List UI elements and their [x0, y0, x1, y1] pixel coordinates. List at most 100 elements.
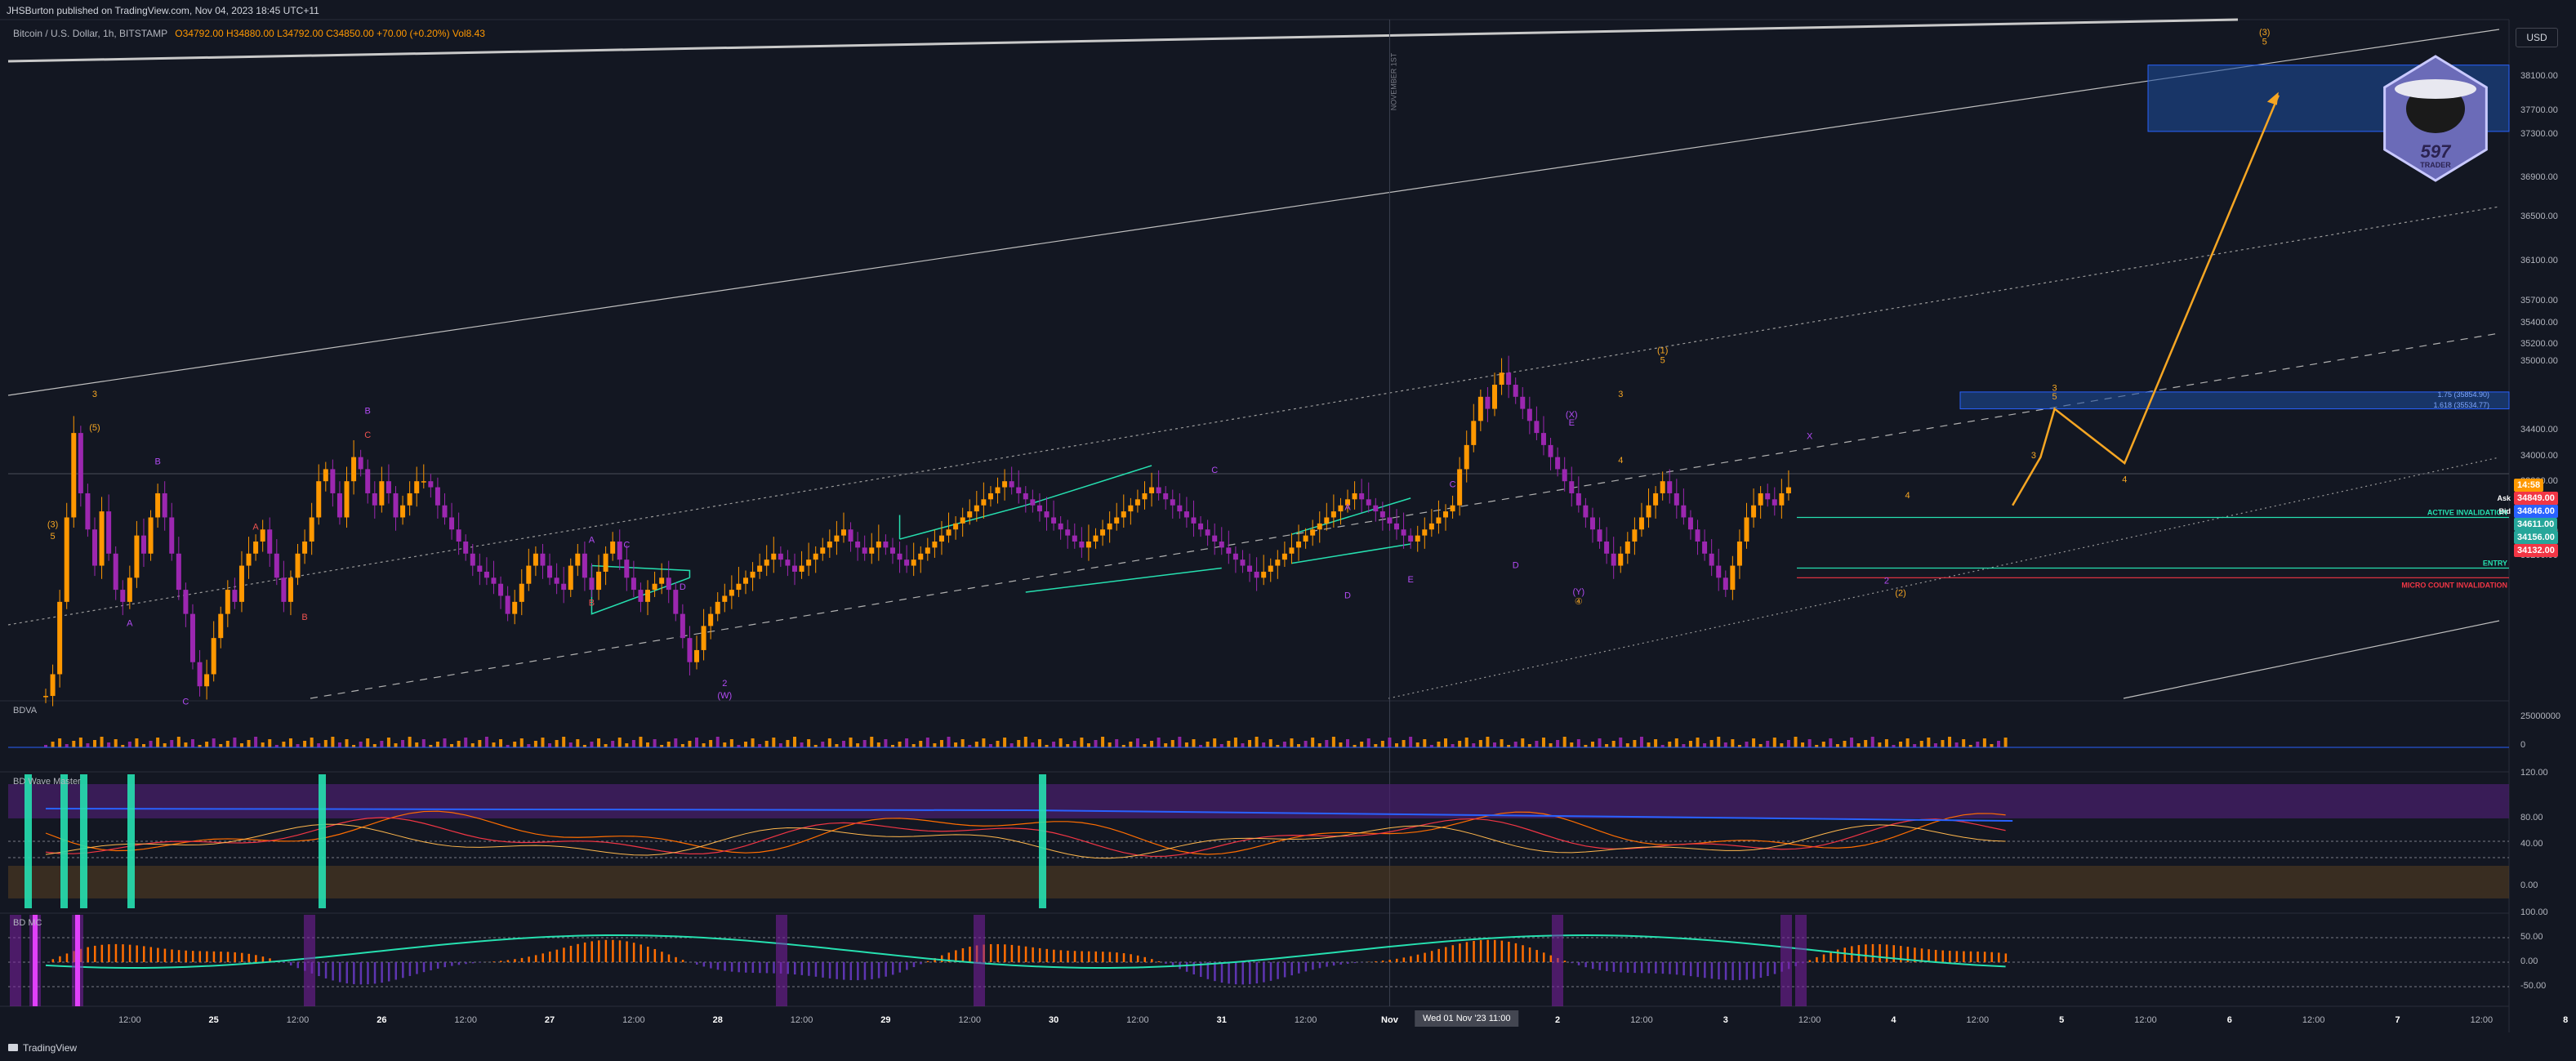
candle — [603, 553, 608, 572]
mc-bar — [667, 954, 671, 962]
candle — [848, 529, 853, 542]
candle — [995, 487, 1001, 493]
mc-bar — [1949, 951, 1951, 962]
mc-highlight-7 — [1780, 915, 1792, 1006]
volume-bar — [331, 737, 335, 747]
mc-bar — [849, 962, 853, 981]
volume-bar — [1415, 742, 1419, 747]
volume-bar — [1639, 737, 1643, 747]
candle — [1457, 469, 1463, 506]
wave-label: 5 — [1660, 355, 1665, 365]
candle — [680, 613, 685, 639]
volume-bar — [484, 737, 488, 747]
candle — [1352, 493, 1357, 500]
volume-bar — [1388, 738, 1392, 747]
wave-label: D — [680, 582, 686, 592]
volume-bar — [1346, 739, 1350, 747]
price-tick: 35400.00 — [2520, 318, 2558, 328]
currency-button[interactable]: USD — [2516, 28, 2558, 47]
mc-bar — [598, 940, 600, 962]
mc-bar — [1857, 945, 1861, 962]
wave-label: C — [182, 697, 189, 707]
volume-bar — [303, 741, 307, 747]
mc-bar — [157, 947, 159, 962]
volume-bar — [435, 742, 439, 747]
mc-bar — [1836, 949, 1839, 962]
volume-bar — [288, 738, 292, 747]
volume-bar — [695, 738, 699, 747]
volume-bar — [982, 738, 986, 747]
candle — [708, 613, 714, 626]
mc-bar — [961, 947, 965, 962]
mc-bar — [1633, 962, 1636, 974]
mc-bar — [1508, 941, 1510, 962]
volume-bar — [51, 742, 55, 747]
mc-bar — [1655, 962, 1657, 974]
volume-bar — [1317, 743, 1321, 747]
wave-label: (Y) — [1572, 587, 1584, 597]
volume-bar — [590, 742, 594, 747]
candle — [701, 626, 706, 650]
volume-bar — [100, 737, 104, 747]
mc-bar — [171, 949, 173, 962]
candle — [554, 577, 559, 584]
mc-bar — [212, 951, 216, 962]
mc-bar — [59, 956, 61, 962]
mc-bar — [828, 962, 831, 979]
wave-oversold-band — [8, 866, 2509, 898]
mc-bar — [1977, 951, 1979, 962]
candle — [1765, 493, 1771, 500]
volume-bar — [884, 739, 888, 747]
volume-bar — [1780, 743, 1784, 747]
chart-canvas[interactable]: NOVEMBER 1ST 1.75 (35854.90) 1.618 (35534.… — [0, 0, 2576, 1061]
mc-bar — [969, 946, 971, 962]
volume-bar — [1184, 742, 1188, 747]
volume-bar — [562, 737, 566, 747]
wave-label: C — [1450, 480, 1456, 490]
candle — [1254, 571, 1259, 578]
volume-bar — [611, 741, 615, 747]
volume-bar — [1339, 742, 1343, 747]
time-tick: 6 — [2226, 1015, 2232, 1025]
volume-bar — [1017, 740, 1021, 747]
candle — [840, 529, 846, 536]
volume-bar — [862, 740, 867, 747]
mc-bar — [604, 939, 608, 962]
wave-label: A — [1344, 503, 1351, 513]
time-tick: 12:00 — [2302, 1015, 2325, 1025]
volume-bar — [1723, 742, 1727, 747]
mc-bar — [541, 953, 544, 962]
volume-bar — [1941, 740, 1945, 747]
mc-bar — [1955, 951, 1959, 962]
candle — [1534, 421, 1540, 434]
volume-bar — [415, 742, 419, 747]
candle — [197, 662, 203, 687]
candle — [1079, 542, 1085, 548]
candle — [1506, 372, 1512, 386]
mc-bar — [1269, 962, 1272, 981]
volume-bar — [1486, 737, 1490, 747]
symbol-legend[interactable]: Bitcoin / U.S. Dollar, 1h, BITSTAMP O347… — [13, 28, 485, 39]
candle — [1611, 553, 1616, 566]
volume-bar — [1682, 744, 1686, 747]
candle — [449, 517, 455, 530]
candle — [512, 601, 518, 614]
tradingview-brand[interactable]: TradingView — [8, 1042, 77, 1054]
volume-bar — [135, 738, 139, 747]
mc-bar — [1865, 944, 1867, 962]
volume-bar — [408, 737, 412, 747]
candle — [470, 553, 475, 566]
mc-bar — [1759, 962, 1763, 979]
mc-bar — [1885, 944, 1888, 962]
candle — [925, 547, 930, 554]
volume-bar — [1086, 743, 1090, 747]
mc-bar — [1829, 952, 1832, 962]
volume-bar — [421, 739, 426, 747]
candle — [1660, 481, 1665, 493]
volume-bar — [184, 742, 188, 747]
mc-bar — [289, 962, 292, 965]
mc-bar — [1241, 962, 1244, 985]
candle — [659, 577, 665, 584]
time-tick: 12:00 — [790, 1015, 813, 1025]
indicator-tick-wave: 40.00 — [2520, 839, 2543, 849]
